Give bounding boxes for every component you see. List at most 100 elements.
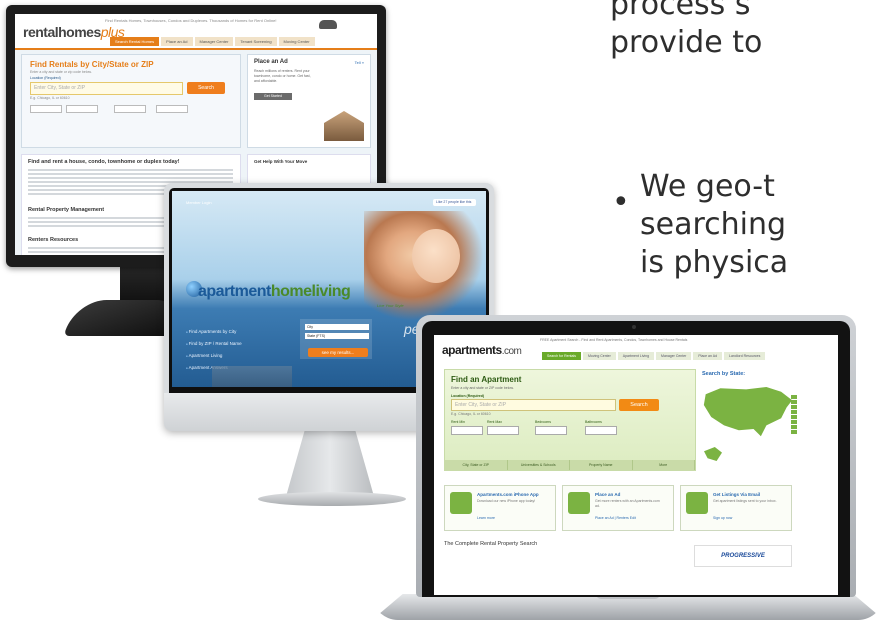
ad-text: Reach millions of renters. Rent your tow… (254, 69, 311, 83)
search-title: Find Rentals by City/State or ZIP (30, 60, 154, 69)
location-label: Location (Required) (30, 76, 61, 80)
slide-text-top: process s provide to (610, 0, 886, 62)
card-link[interactable]: Sign up now (713, 516, 732, 520)
car-icon (319, 20, 337, 29)
search-button[interactable]: Search (187, 82, 225, 94)
card-desc: Download our new iPhone app today! (477, 499, 536, 503)
filter-select[interactable] (30, 105, 62, 113)
nav-tab[interactable]: Landlord Resources (724, 352, 766, 360)
body-heading: Renters Resources (28, 237, 79, 243)
for-rent-sign-icon (568, 492, 590, 514)
filter-select[interactable] (66, 105, 98, 113)
filter-label: Rent Min (451, 420, 466, 424)
location-label: Location (Required) (451, 394, 485, 398)
card-link[interactable]: Place an Ad | Renters Edit (595, 516, 636, 520)
nav-tab[interactable]: Apartment Living (617, 352, 655, 360)
email-icon (686, 492, 708, 514)
facebook-like-button[interactable]: Like 27 people like this (433, 199, 476, 206)
filter-select[interactable] (114, 105, 146, 113)
search-tab[interactable]: Property Name (570, 460, 633, 470)
slide-line: searching (640, 207, 787, 242)
filter-label: Bedrooms (535, 420, 551, 424)
search-panel: Find an Apartment Enter a city and state… (444, 369, 696, 471)
see-results-button[interactable]: see my results... (308, 348, 368, 357)
site-logo[interactable]: apartmenthomeliving (198, 283, 351, 301)
search-tab[interactable]: City, State or ZIP (445, 460, 508, 470)
card-title[interactable]: Place an Ad (595, 492, 620, 497)
search-subtitle: Enter a city and state or ZIP code below… (451, 386, 514, 390)
site-nav: Search Rental Homes Place an Ad Manager … (110, 37, 315, 46)
nav-tab[interactable]: Search for Rentals (542, 352, 581, 360)
top-links[interactable]: Member Login (186, 200, 212, 205)
promo-card: Apartments.com iPhone App Download our n… (444, 485, 556, 531)
content-section: The Complete Rental Property Search (444, 541, 664, 581)
nav-tab[interactable]: Search Rental Homes (110, 37, 160, 46)
search-title: Find an Apartment (451, 375, 522, 384)
site-tagline: Live Your Style (377, 303, 404, 308)
filter-label: Rent Max (487, 420, 502, 424)
monitor-stand (285, 430, 375, 500)
section-title: The Complete Rental Property Search (444, 541, 538, 547)
promo-card: Place an Ad Get more renters with an Apa… (562, 485, 674, 531)
filter-select[interactable] (585, 426, 617, 435)
menu-item[interactable]: Find by ZIP / Rental Name (186, 338, 242, 350)
site-logo[interactable]: apartments.com (442, 343, 522, 357)
search-subtitle: Enter a city and state or zip code below… (30, 70, 92, 74)
site-tagline: FREE Apartment Search - Find and Rent Ap… (540, 338, 688, 342)
nav-tab[interactable]: Manager Center (656, 352, 692, 360)
screen: apartments.com FREE Apartment Search - F… (434, 335, 838, 595)
alaska-map[interactable] (704, 447, 722, 461)
search-tab[interactable]: Universities & Schools (508, 460, 570, 470)
nav-tab[interactable]: Manager Center (194, 37, 234, 46)
nav-tab[interactable]: Moving Center (583, 352, 616, 360)
slide-line: process s (610, 0, 751, 22)
state-select[interactable]: State (FTS) (305, 333, 369, 339)
body-heading: Rental Property Management (28, 207, 105, 213)
nav-tab[interactable]: Place an Ad (693, 352, 723, 360)
card-link[interactable]: Learn more (477, 516, 495, 520)
filter-select[interactable] (156, 105, 188, 113)
state-list (791, 395, 797, 435)
map-title: Search by State: (702, 371, 746, 377)
search-input[interactable]: Enter City, State or ZIP (30, 82, 183, 95)
filter-select[interactable] (487, 426, 519, 435)
ad-title: Place an Ad (254, 59, 288, 65)
ad-link[interactable]: Tell » (355, 60, 364, 65)
site-header: apartments.com FREE Apartment Search - F… (434, 335, 838, 363)
nav-tab[interactable]: Moving Center (278, 37, 315, 46)
search-example: E.g. Chicago, IL or 60610 (451, 412, 491, 416)
sidebar-title: Get Help With Your Move (254, 159, 308, 164)
search-tab[interactable]: More (633, 460, 695, 470)
search-input[interactable]: Enter City, State or ZIP (451, 399, 616, 411)
nav-tab[interactable]: Place an Ad (161, 37, 193, 46)
us-map[interactable] (703, 387, 793, 437)
filter-label: Bathrooms (585, 420, 602, 424)
monitor-base (258, 492, 406, 506)
phone-app-icon (450, 492, 472, 514)
search-tabs: City, State or ZIP Universities & School… (445, 460, 695, 470)
filter-select[interactable] (535, 426, 567, 435)
site-header: rentalhomesplus Find Rentals Homes, Town… (15, 14, 377, 50)
nav-tab[interactable]: Tenant Screening (235, 37, 277, 46)
card-desc: Get more renters with an Apartments.com … (595, 499, 660, 508)
city-image (212, 366, 292, 387)
sponsor-ad[interactable]: PROGRESSIVE (694, 545, 792, 567)
site-nav: Search for Rentals Moving Center Apartme… (542, 352, 766, 360)
slide-line: We geo-t (640, 169, 775, 204)
hero-photo-baby (412, 229, 460, 283)
menu-item[interactable]: Find Apartments by City (186, 326, 242, 338)
menu-item[interactable]: Apartment Living (186, 350, 242, 362)
card-desc: Get apartment listings sent to your inbo… (713, 499, 777, 503)
laptop-apartments: apartments.com FREE Apartment Search - F… (416, 315, 856, 597)
card-title[interactable]: Get Listings Via Email (713, 492, 760, 497)
get-started-button[interactable]: Get Started (254, 93, 292, 100)
search-button[interactable]: Search (619, 399, 659, 411)
search-example: E.g. Chicago, IL or 60610 (30, 96, 70, 100)
slide-text-bullet: We geo-t searching is physica (640, 168, 788, 282)
search-panel: Find Rentals by City/State or ZIP Enter … (21, 54, 241, 148)
site-tagline: Find Rentals Homes, Townhouses, Condos a… (105, 18, 277, 23)
body-heading: Find and rent a house, condo, townhome o… (28, 159, 180, 165)
card-title[interactable]: Apartments.com iPhone App (477, 492, 539, 497)
filter-select[interactable] (451, 426, 483, 435)
city-select[interactable]: City (305, 324, 369, 330)
